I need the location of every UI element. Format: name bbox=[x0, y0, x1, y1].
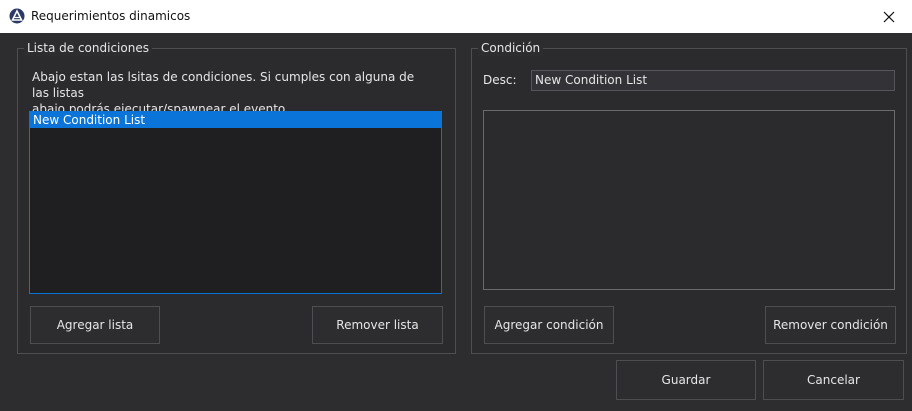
description-line-1: Abajo estan las lsitas de condiciones. S… bbox=[32, 70, 415, 100]
dialog-body: Lista de condiciones Abajo estan las lsi… bbox=[0, 33, 912, 411]
condition-group-label: Condición bbox=[478, 40, 544, 56]
desc-label: Desc: bbox=[483, 73, 517, 87]
condition-lists-group: Lista de condiciones Abajo estan las lsi… bbox=[17, 40, 456, 354]
remove-list-button[interactable]: Remover lista bbox=[312, 306, 443, 344]
close-button[interactable] bbox=[866, 0, 912, 33]
cancel-button[interactable]: Cancelar bbox=[763, 360, 904, 400]
app-logo-icon bbox=[9, 8, 25, 24]
add-condition-button[interactable]: Agregar condición bbox=[484, 306, 614, 344]
condition-lists-description: Abajo estan las lsitas de condiciones. S… bbox=[32, 69, 432, 117]
condition-group: Condición Desc: New Condition List Agreg… bbox=[471, 40, 907, 354]
condition-lists-group-label: Lista de condiciones bbox=[24, 40, 152, 56]
list-item[interactable]: New Condition List bbox=[30, 112, 441, 128]
remove-condition-button[interactable]: Remover condición bbox=[765, 306, 896, 344]
desc-input[interactable]: New Condition List bbox=[531, 70, 895, 91]
title-bar: Requerimientos dinamicos bbox=[0, 0, 912, 34]
add-list-button[interactable]: Agregar lista bbox=[30, 306, 160, 344]
window-title: Requerimientos dinamicos bbox=[31, 9, 191, 23]
save-button[interactable]: Guardar bbox=[616, 360, 756, 400]
close-icon bbox=[883, 11, 895, 22]
condition-lists-listbox[interactable]: New Condition List bbox=[29, 111, 442, 294]
condition-list-panel[interactable] bbox=[483, 110, 895, 290]
